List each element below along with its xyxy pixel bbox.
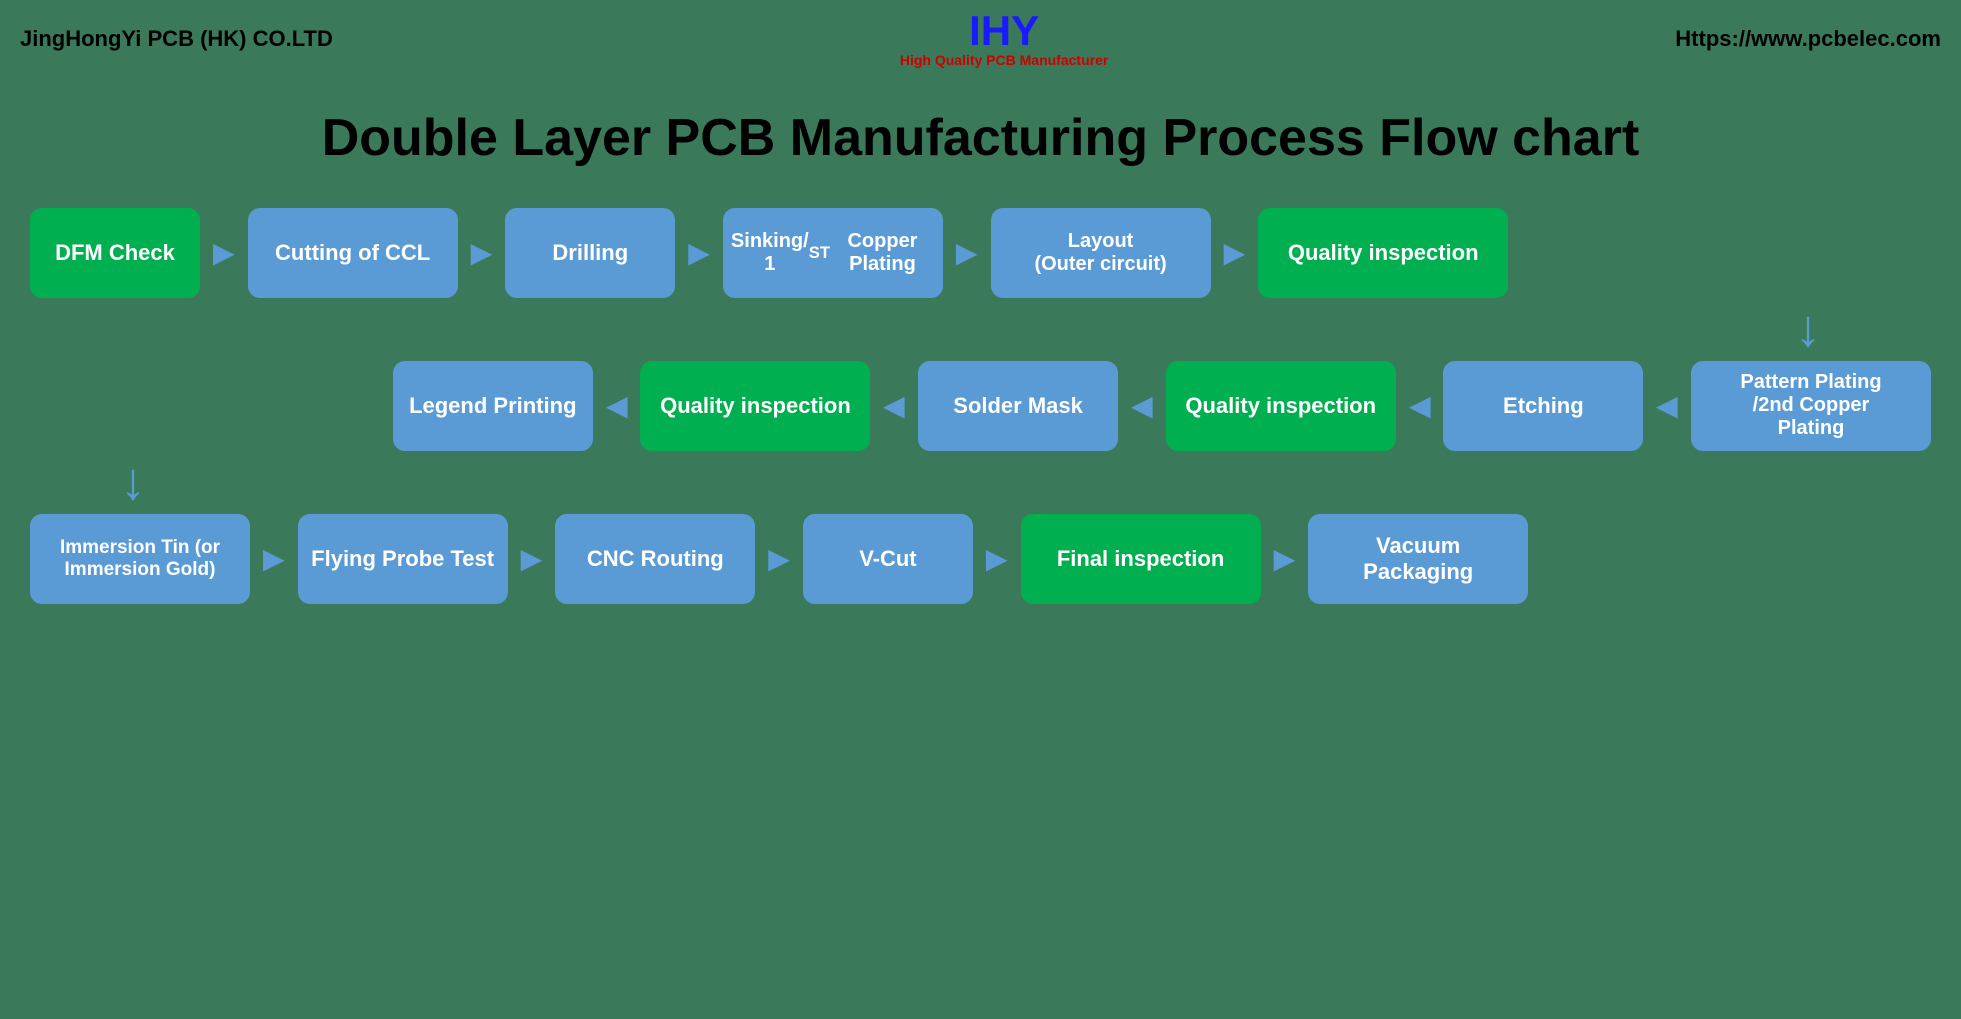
flowchart: DFM Check ► Cutting of CCL ► Drilling ► … — [0, 208, 1961, 634]
arrow-r1-3: ► — [675, 232, 723, 274]
arrow-r3-4: ► — [973, 538, 1021, 580]
page-title: Double Layer PCB Manufacturing Process F… — [0, 78, 1961, 208]
company-name: JingHongYi PCB (HK) CO.LTD — [20, 26, 333, 52]
quality-insp-1-box: Quality inspection — [1258, 208, 1508, 298]
arrow-r2-1: ► — [1643, 385, 1691, 427]
arrow-r2-4: ► — [870, 385, 918, 427]
arrow-r3-5: ► — [1261, 538, 1309, 580]
flow-row-1: DFM Check ► Cutting of CCL ► Drilling ► … — [30, 208, 1931, 298]
final-inspection-box: Final inspection — [1021, 514, 1261, 604]
logo: IHY High Quality PCB Manufacturer — [900, 10, 1108, 68]
etching-box: Etching — [1443, 361, 1643, 451]
drilling-box: Drilling — [505, 208, 675, 298]
down-arrow-left: ↓ — [30, 459, 1931, 506]
solder-mask-box: Solder Mask — [918, 361, 1118, 451]
arrow-r1-1: ► — [200, 232, 248, 274]
down-arrow-right: ↓ — [30, 306, 1931, 353]
pattern-plating-box: Pattern Plating/2nd CopperPlating — [1691, 361, 1931, 451]
layout-box: Layout(Outer circuit) — [991, 208, 1211, 298]
website: Https://www.pcbelec.com — [1675, 26, 1941, 52]
header: JingHongYi PCB (HK) CO.LTD IHY High Qual… — [0, 0, 1961, 78]
flow-row-2: Pattern Plating/2nd CopperPlating ► Etch… — [30, 361, 1931, 451]
arrow-r3-2: ► — [508, 538, 556, 580]
v-cut-box: V-Cut — [803, 514, 973, 604]
quality-insp-3-box: Quality inspection — [1166, 361, 1396, 451]
down-arrow-icon-2: ↓ — [120, 459, 146, 506]
down-arrow-icon-1: ↓ — [1795, 306, 1821, 353]
logo-subtitle: High Quality PCB Manufacturer — [900, 52, 1108, 68]
flow-row-3: Immersion Tin (orImmersion Gold) ► Flyin… — [30, 514, 1931, 604]
quality-insp-2-box: Quality inspection — [640, 361, 870, 451]
arrow-r2-3: ► — [1118, 385, 1166, 427]
arrow-r2-5: ► — [593, 385, 641, 427]
arrow-r3-1: ► — [250, 538, 298, 580]
legend-printing-box: Legend Printing — [393, 361, 593, 451]
vacuum-packaging-box: VacuumPackaging — [1308, 514, 1528, 604]
immersion-tin-box: Immersion Tin (orImmersion Gold) — [30, 514, 250, 604]
arrow-r1-4: ► — [943, 232, 991, 274]
flying-probe-box: Flying Probe Test — [298, 514, 508, 604]
sinking-box: Sinking/1ST Copper Plating — [723, 208, 943, 298]
arrow-r3-3: ► — [755, 538, 803, 580]
logo-text: IHY — [969, 10, 1039, 52]
cutting-ccl-box: Cutting of CCL — [248, 208, 458, 298]
arrow-r2-2: ► — [1396, 385, 1444, 427]
dfm-check-box: DFM Check — [30, 208, 200, 298]
cnc-routing-box: CNC Routing — [555, 514, 755, 604]
arrow-r1-5: ► — [1211, 232, 1259, 274]
arrow-r1-2: ► — [458, 232, 506, 274]
